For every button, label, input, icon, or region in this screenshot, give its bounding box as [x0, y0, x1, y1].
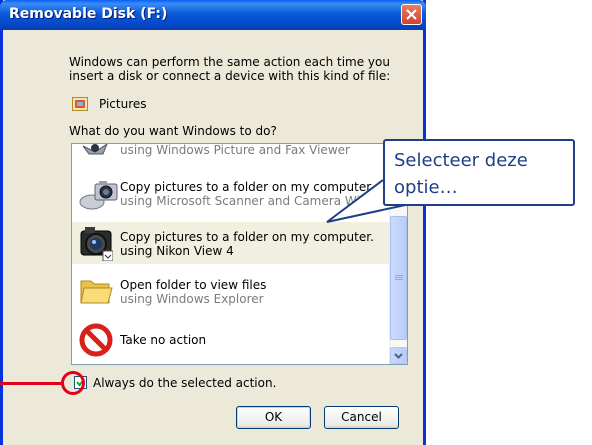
- cancel-button[interactable]: Cancel: [324, 406, 399, 429]
- ok-button[interactable]: OK: [236, 406, 311, 429]
- action-label: Copy pictures to a folder on my computer…: [120, 230, 374, 244]
- action-label: Take no action: [120, 333, 207, 347]
- action-listbox[interactable]: using Windows Picture and Fax Viewer Cop…: [71, 143, 408, 365]
- callout-line1: Selecteer deze: [394, 150, 528, 171]
- callout-box: Selecteer deze optie…: [383, 139, 575, 206]
- list-item-nikon-view[interactable]: Copy pictures to a folder on my computer…: [72, 222, 391, 264]
- folder-icon: [80, 280, 113, 304]
- scroll-down-button[interactable]: [390, 347, 407, 364]
- scrollbar-thumb[interactable]: [390, 216, 407, 340]
- action-label: Copy pictures to a folder on my computer: [120, 180, 372, 194]
- annotation-line: [0, 382, 62, 385]
- windows-picture-viewer-icon: [82, 144, 108, 155]
- nikon-camera-icon: [80, 227, 113, 261]
- pictures-icon: [72, 97, 88, 111]
- always-checkbox-label[interactable]: Always do the selected action.: [93, 376, 276, 390]
- list-item-scanner-wizard[interactable]: Copy pictures to a folder on my computer…: [72, 174, 391, 218]
- close-icon: [406, 9, 417, 20]
- dialog-description: Windows can perform the same action each…: [69, 55, 391, 83]
- callout-line2: optie…: [394, 177, 458, 198]
- no-action-icon: [79, 323, 113, 357]
- list-item-no-action[interactable]: Take no action: [72, 320, 391, 360]
- annotation-circle: [61, 371, 85, 395]
- list-item-picture-viewer[interactable]: using Windows Picture and Fax Viewer: [72, 143, 391, 162]
- action-sublabel: using Nikon View 4: [120, 244, 234, 258]
- question-label: What do you want Windows to do?: [69, 124, 277, 138]
- action-sublabel: using Windows Explorer: [120, 292, 264, 306]
- title-bar[interactable]: Removable Disk (F:): [0, 0, 426, 30]
- scanner-camera-icon: [79, 181, 118, 210]
- chevron-down-icon: [394, 353, 403, 359]
- action-label: Open folder to view files: [120, 278, 267, 292]
- action-sublabel: using Microsoft Scanner and Camera Wizar…: [120, 194, 386, 208]
- window-title: Removable Disk (F:): [9, 6, 168, 22]
- action-label: using Windows Picture and Fax Viewer: [120, 143, 350, 157]
- content-type-label: Pictures: [99, 97, 147, 111]
- close-button[interactable]: [401, 4, 422, 25]
- list-item-open-folder[interactable]: Open folder to view files using Windows …: [72, 270, 391, 312]
